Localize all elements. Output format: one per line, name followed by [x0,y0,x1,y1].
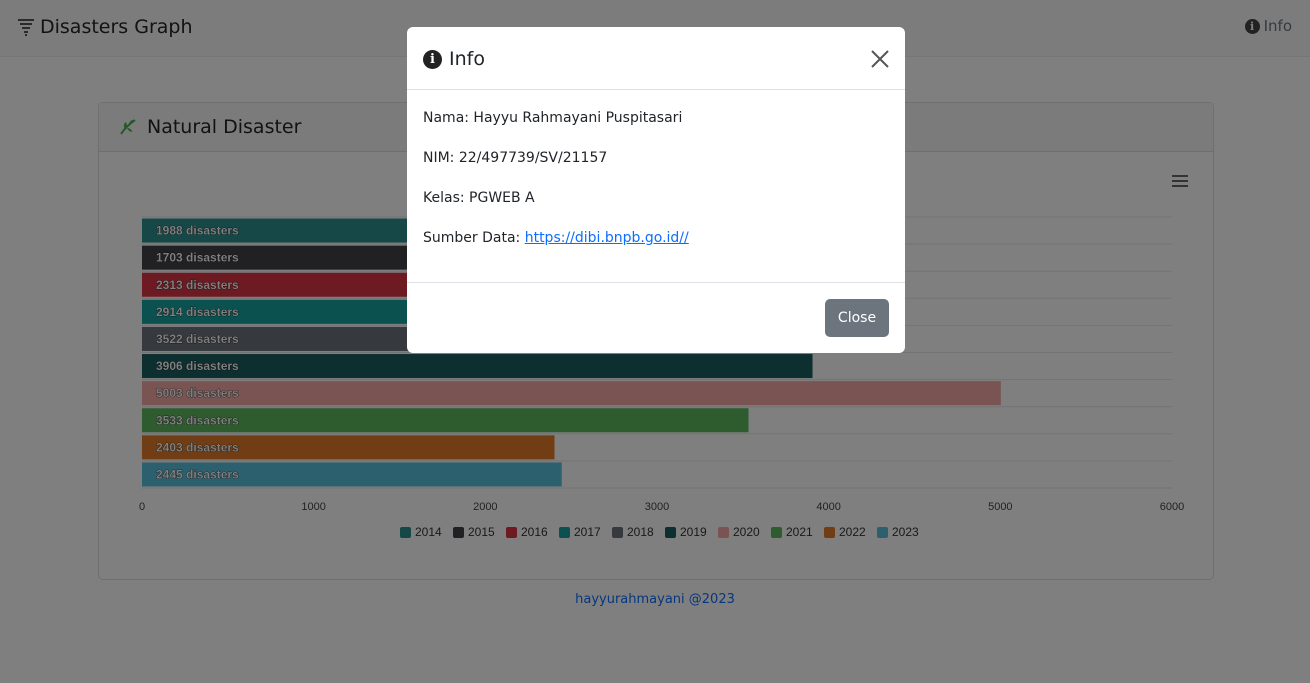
student-class: Kelas: PGWEB A [423,190,535,206]
modal-header: i Info [407,27,905,90]
info-modal: i Info Nama: Hayyu Rahmayani Puspitasari… [407,27,905,353]
modal-body: Nama: Hayyu Rahmayani Puspitasari NIM: 2… [407,90,905,248]
student-name: Nama: Hayyu Rahmayani Puspitasari [423,110,683,126]
info-icon: i [423,49,442,69]
modal-title: i Info [423,48,485,70]
student-nim: NIM: 22/497739/SV/21157 [423,150,608,166]
data-source-label: Sumber Data: [423,230,525,246]
data-source: Sumber Data: https://dibi.bnpb.go.id// [423,228,889,248]
data-source-link[interactable]: https://dibi.bnpb.go.id// [525,230,689,246]
modal-footer: Close [407,282,905,353]
close-icon[interactable] [867,46,893,72]
modal-title-text: Info [449,48,485,70]
close-button[interactable]: Close [825,299,889,337]
